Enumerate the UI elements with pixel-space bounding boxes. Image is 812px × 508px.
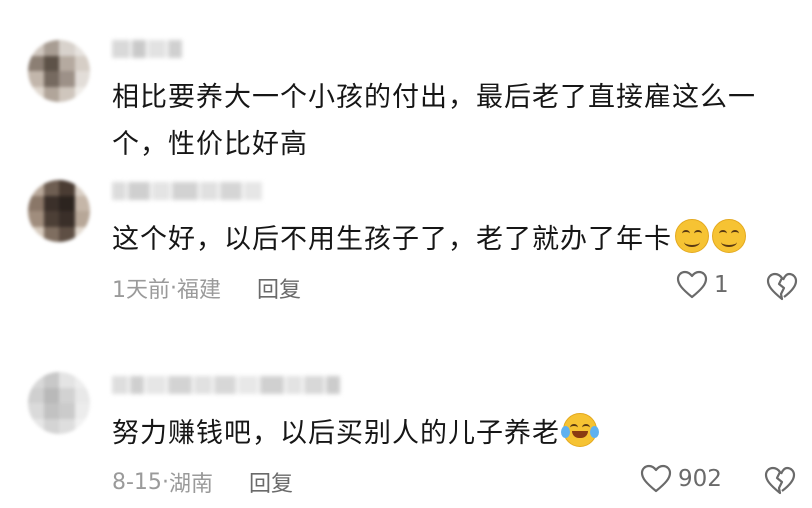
- like-button[interactable]: 1: [676, 270, 729, 300]
- broken-heart-icon: [764, 466, 796, 495]
- avatar[interactable]: [28, 40, 90, 102]
- comment-text: 这个好，以后不用生孩子了，老了就办了年卡: [112, 216, 784, 263]
- like-count: 902: [678, 466, 722, 492]
- avatar[interactable]: [28, 372, 90, 434]
- meta-separator: ·: [161, 469, 169, 495]
- broken-heart-icon: [766, 272, 798, 301]
- smile-emoji-icon: [675, 219, 709, 253]
- comment-meta: 8-15 · 湖南 回复: [112, 466, 293, 498]
- dislike-button[interactable]: [766, 272, 798, 306]
- heart-icon: [676, 270, 708, 299]
- like-button[interactable]: 902: [640, 464, 722, 494]
- avatar[interactable]: [28, 180, 90, 242]
- reply-button[interactable]: 回复: [257, 272, 301, 304]
- comment-text: 努力赚钱吧，以后买别人的儿子养老: [112, 410, 784, 457]
- comment-text: 相比要养大一个小孩的付出，最后老了直接雇这么一个，性价比好高: [112, 82, 756, 160]
- comment-location: 福建: [177, 278, 222, 303]
- username-blurred[interactable]: [112, 182, 262, 202]
- laugh-cry-emoji-icon: [561, 413, 599, 447]
- username-blurred[interactable]: [112, 40, 182, 60]
- comment-text-content: 努力赚钱吧，以后买别人的儿子养老: [112, 418, 560, 449]
- smile-emoji-icon: [712, 219, 746, 253]
- comment-text-content: 这个好，以后不用生孩子了，老了就办了年卡: [112, 224, 672, 255]
- comment-location: 湖南: [168, 472, 213, 497]
- comment-meta: 1天前 · 福建 回复: [112, 272, 301, 304]
- reply-button[interactable]: 回复: [249, 466, 293, 498]
- dislike-button[interactable]: [764, 466, 796, 500]
- username-blurred[interactable]: [112, 376, 340, 396]
- meta-separator: ·: [170, 275, 177, 301]
- like-count: 1: [714, 272, 729, 298]
- heart-icon: [640, 464, 672, 493]
- comment-time: 1天前: [112, 278, 170, 303]
- comment-time: 8-15: [112, 469, 162, 495]
